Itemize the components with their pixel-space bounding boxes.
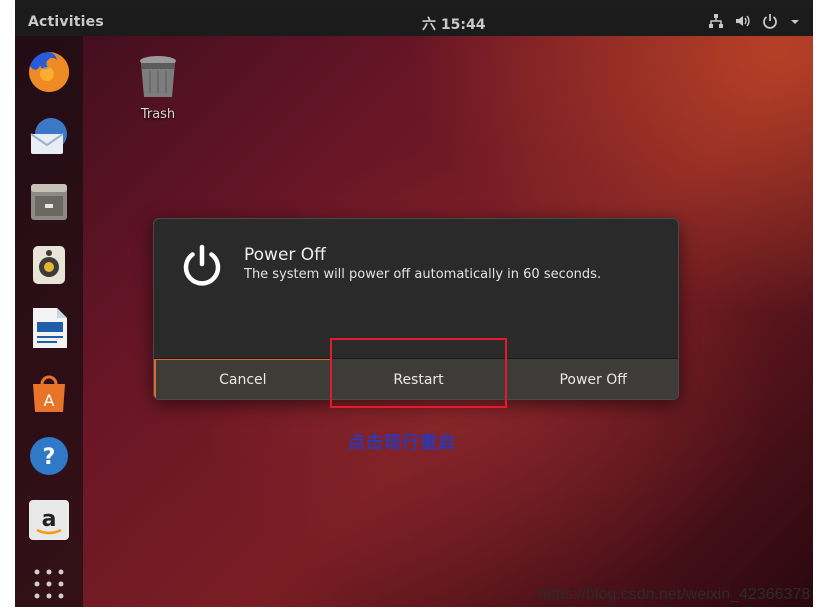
firefox-icon[interactable] — [25, 48, 73, 96]
trash-label: Trash — [140, 107, 176, 122]
dock: A ? a — [15, 36, 83, 607]
files-icon[interactable] — [25, 176, 73, 224]
power-icon — [178, 241, 226, 289]
annotation-text: 点击现行重启 — [348, 433, 456, 453]
restart-highlight-box — [330, 338, 507, 408]
power-off-button[interactable]: Power Off — [506, 359, 678, 399]
apps-grid-icon[interactable] — [25, 560, 73, 607]
trash-desktop-item[interactable]: Trash — [123, 53, 193, 122]
watermark-text: https://blog.csdn.net/weixin_42366378 — [538, 586, 811, 603]
activities-button[interactable]: Activities — [28, 14, 104, 30]
thunderbird-icon[interactable] — [25, 112, 73, 160]
system-tray[interactable] — [707, 12, 806, 30]
screenshot-top-border — [15, 0, 813, 8]
speaker-icon[interactable] — [25, 240, 73, 288]
volume-icon[interactable] — [734, 12, 752, 30]
svg-text:A: A — [44, 391, 55, 410]
dialog-message: The system will power off automatically … — [244, 267, 602, 282]
software-center-icon[interactable]: A — [25, 368, 73, 416]
help-icon[interactable]: ? — [25, 432, 73, 480]
power-icon[interactable] — [761, 12, 779, 30]
network-icon[interactable] — [707, 12, 725, 30]
writer-icon[interactable] — [25, 304, 73, 352]
amazon-icon[interactable]: a — [25, 496, 73, 544]
chevron-down-icon[interactable] — [788, 12, 806, 30]
cancel-button[interactable]: Cancel — [154, 359, 332, 399]
dialog-title: Power Off — [244, 245, 326, 265]
svg-text:a: a — [42, 507, 57, 532]
trash-icon — [140, 56, 176, 97]
clock[interactable]: 六 15:44 — [422, 14, 485, 34]
top-bar: Activities 六 15:44 — [15, 8, 813, 36]
svg-text:?: ? — [43, 445, 56, 470]
